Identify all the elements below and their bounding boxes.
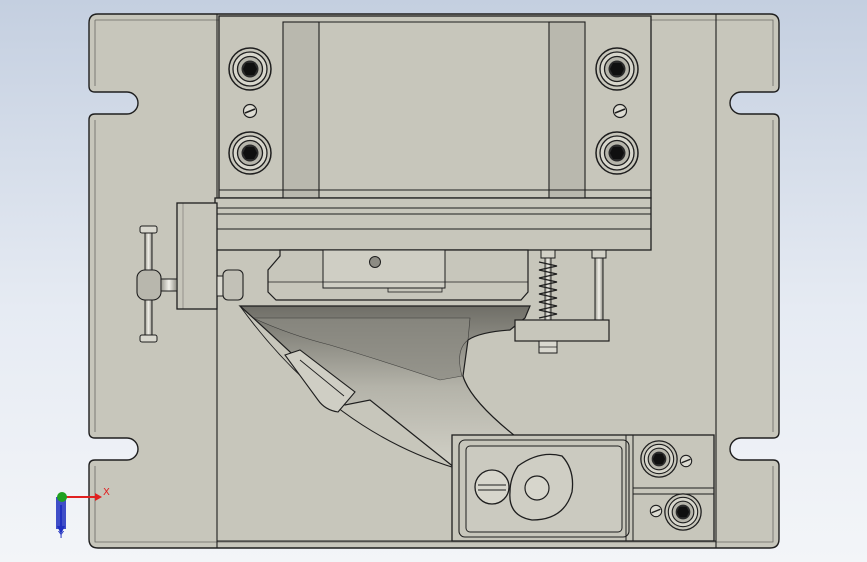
slide-rail [214, 197, 652, 251]
slotted-screw-icon [679, 454, 693, 468]
x-axis-label: X [103, 487, 110, 498]
left-bracket [176, 202, 218, 310]
slotted-screw-icon [242, 103, 258, 119]
socket-screw-icon [228, 131, 272, 175]
upper-clamp-block [218, 15, 652, 199]
cad-model-view [56, 13, 780, 549]
slotted-screw-icon [649, 504, 663, 518]
graphics-viewport[interactable]: X Y [0, 0, 867, 562]
y-axis-label: Y [58, 530, 65, 541]
slotted-screw-icon [612, 103, 628, 119]
socket-screw-icon [664, 493, 702, 531]
carriage [267, 249, 529, 301]
cam-block [451, 434, 715, 542]
socket-screw-icon [228, 47, 272, 91]
y-axis-dot [57, 492, 67, 502]
socket-screw-icon [595, 47, 639, 91]
socket-screw-icon [640, 440, 678, 478]
socket-screw-icon [595, 131, 639, 175]
